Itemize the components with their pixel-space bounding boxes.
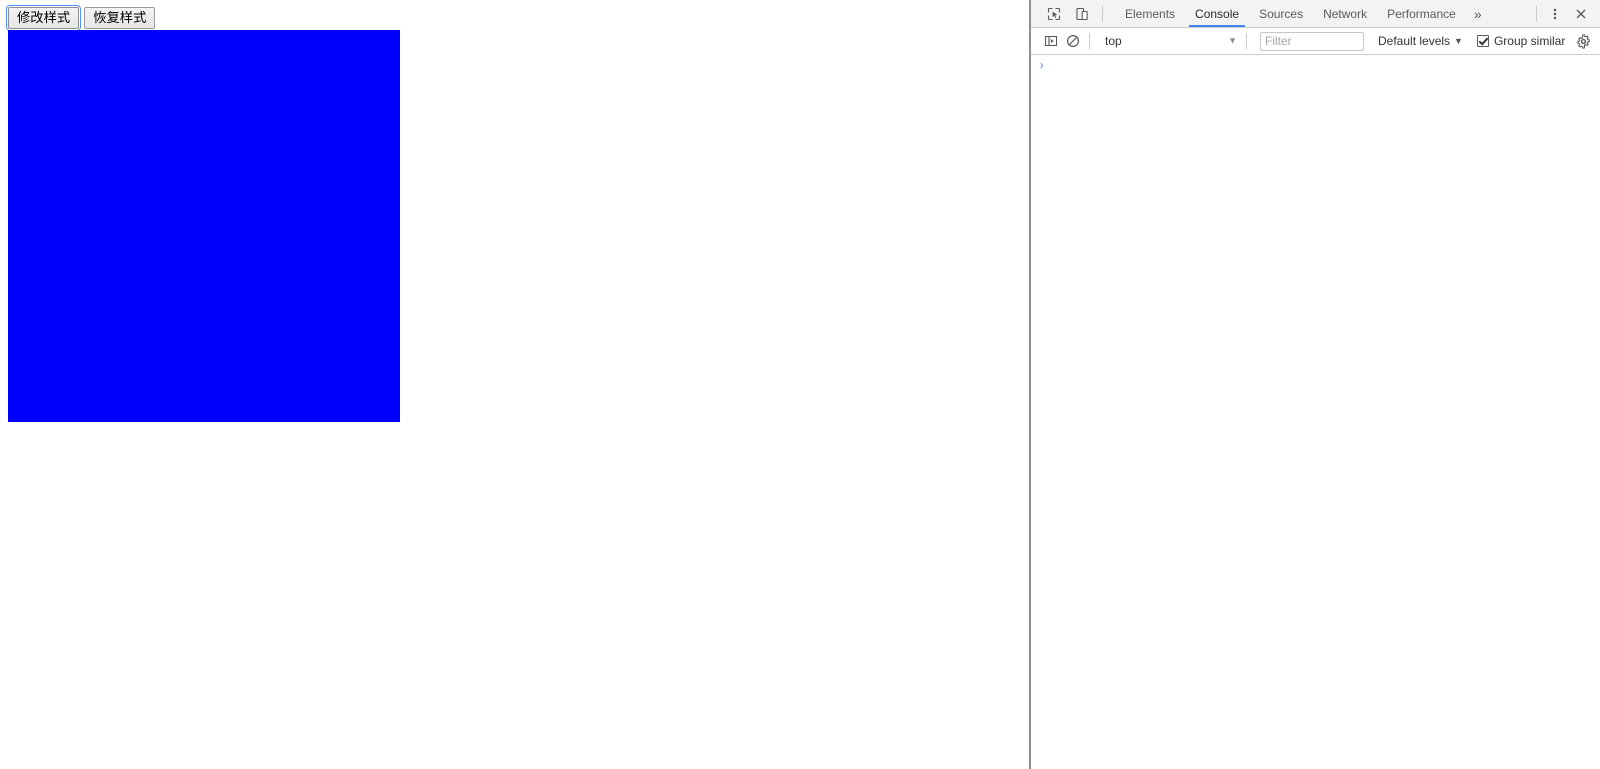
screen-root: 修改样式 恢复样式 Elements Console Sources Netwo… — [0, 0, 1600, 769]
tab-elements[interactable]: Elements — [1115, 0, 1185, 27]
group-similar-label: Group similar — [1493, 34, 1566, 48]
devtools-panel: Elements Console Sources Network Perform… — [1031, 0, 1600, 769]
more-options-kebab-icon[interactable] — [1542, 2, 1568, 26]
log-levels-select[interactable]: Default levels ▼ — [1378, 34, 1463, 48]
chevron-down-icon: ▼ — [1228, 35, 1237, 46]
console-prompt-input[interactable] — [1051, 59, 1600, 75]
group-similar-toggle[interactable]: Group similar — [1476, 34, 1566, 48]
console-toolbar: top ▼ Default levels ▼ Group similar — [1031, 28, 1600, 55]
clear-console-icon[interactable] — [1062, 31, 1084, 51]
tab-console[interactable]: Console — [1185, 0, 1249, 27]
tab-network[interactable]: Network — [1313, 0, 1377, 27]
close-devtools-icon[interactable] — [1568, 2, 1594, 26]
console-filter-input[interactable] — [1260, 31, 1364, 51]
console-output-area[interactable]: › — [1031, 55, 1600, 769]
devtools-tabbar: Elements Console Sources Network Perform… — [1031, 0, 1600, 28]
prompt-chevron-icon: › — [1038, 59, 1046, 73]
page-viewport: 修改样式 恢复样式 — [0, 0, 1029, 769]
console-toolbar-divider-1 — [1089, 33, 1090, 49]
execution-context-select[interactable]: top ▼ — [1101, 31, 1241, 51]
toolbar-divider — [1102, 5, 1103, 22]
chevron-down-icon: ▼ — [1454, 36, 1463, 46]
devtools-tabbar-right — [1531, 0, 1600, 27]
modify-style-button[interactable]: 修改样式 — [5, 5, 82, 31]
page-button-bar: 修改样式 恢复样式 — [5, 5, 156, 31]
tab-sources[interactable]: Sources — [1249, 0, 1313, 27]
console-toolbar-divider-2 — [1246, 33, 1247, 49]
group-similar-checkbox[interactable] — [1476, 35, 1489, 47]
devtools-tool-icons — [1031, 0, 1111, 27]
settings-gear-icon[interactable] — [1573, 31, 1593, 51]
log-levels-label: Default levels — [1378, 34, 1451, 48]
device-toolbar-icon[interactable] — [1069, 2, 1095, 26]
inspect-element-icon[interactable] — [1041, 2, 1067, 26]
devtools-tab-list: Elements Console Sources Network Perform… — [1115, 0, 1490, 27]
console-sidebar-icon[interactable] — [1040, 31, 1062, 51]
demo-color-box — [8, 30, 400, 422]
console-prompt-row[interactable]: › — [1031, 55, 1600, 77]
tabbar-right-divider — [1536, 5, 1537, 22]
restore-style-button[interactable]: 恢复样式 — [84, 7, 156, 29]
tab-performance[interactable]: Performance — [1377, 0, 1466, 27]
tab-overflow-chevron-icon[interactable]: » — [1466, 0, 1490, 27]
execution-context-value: top — [1105, 34, 1122, 48]
